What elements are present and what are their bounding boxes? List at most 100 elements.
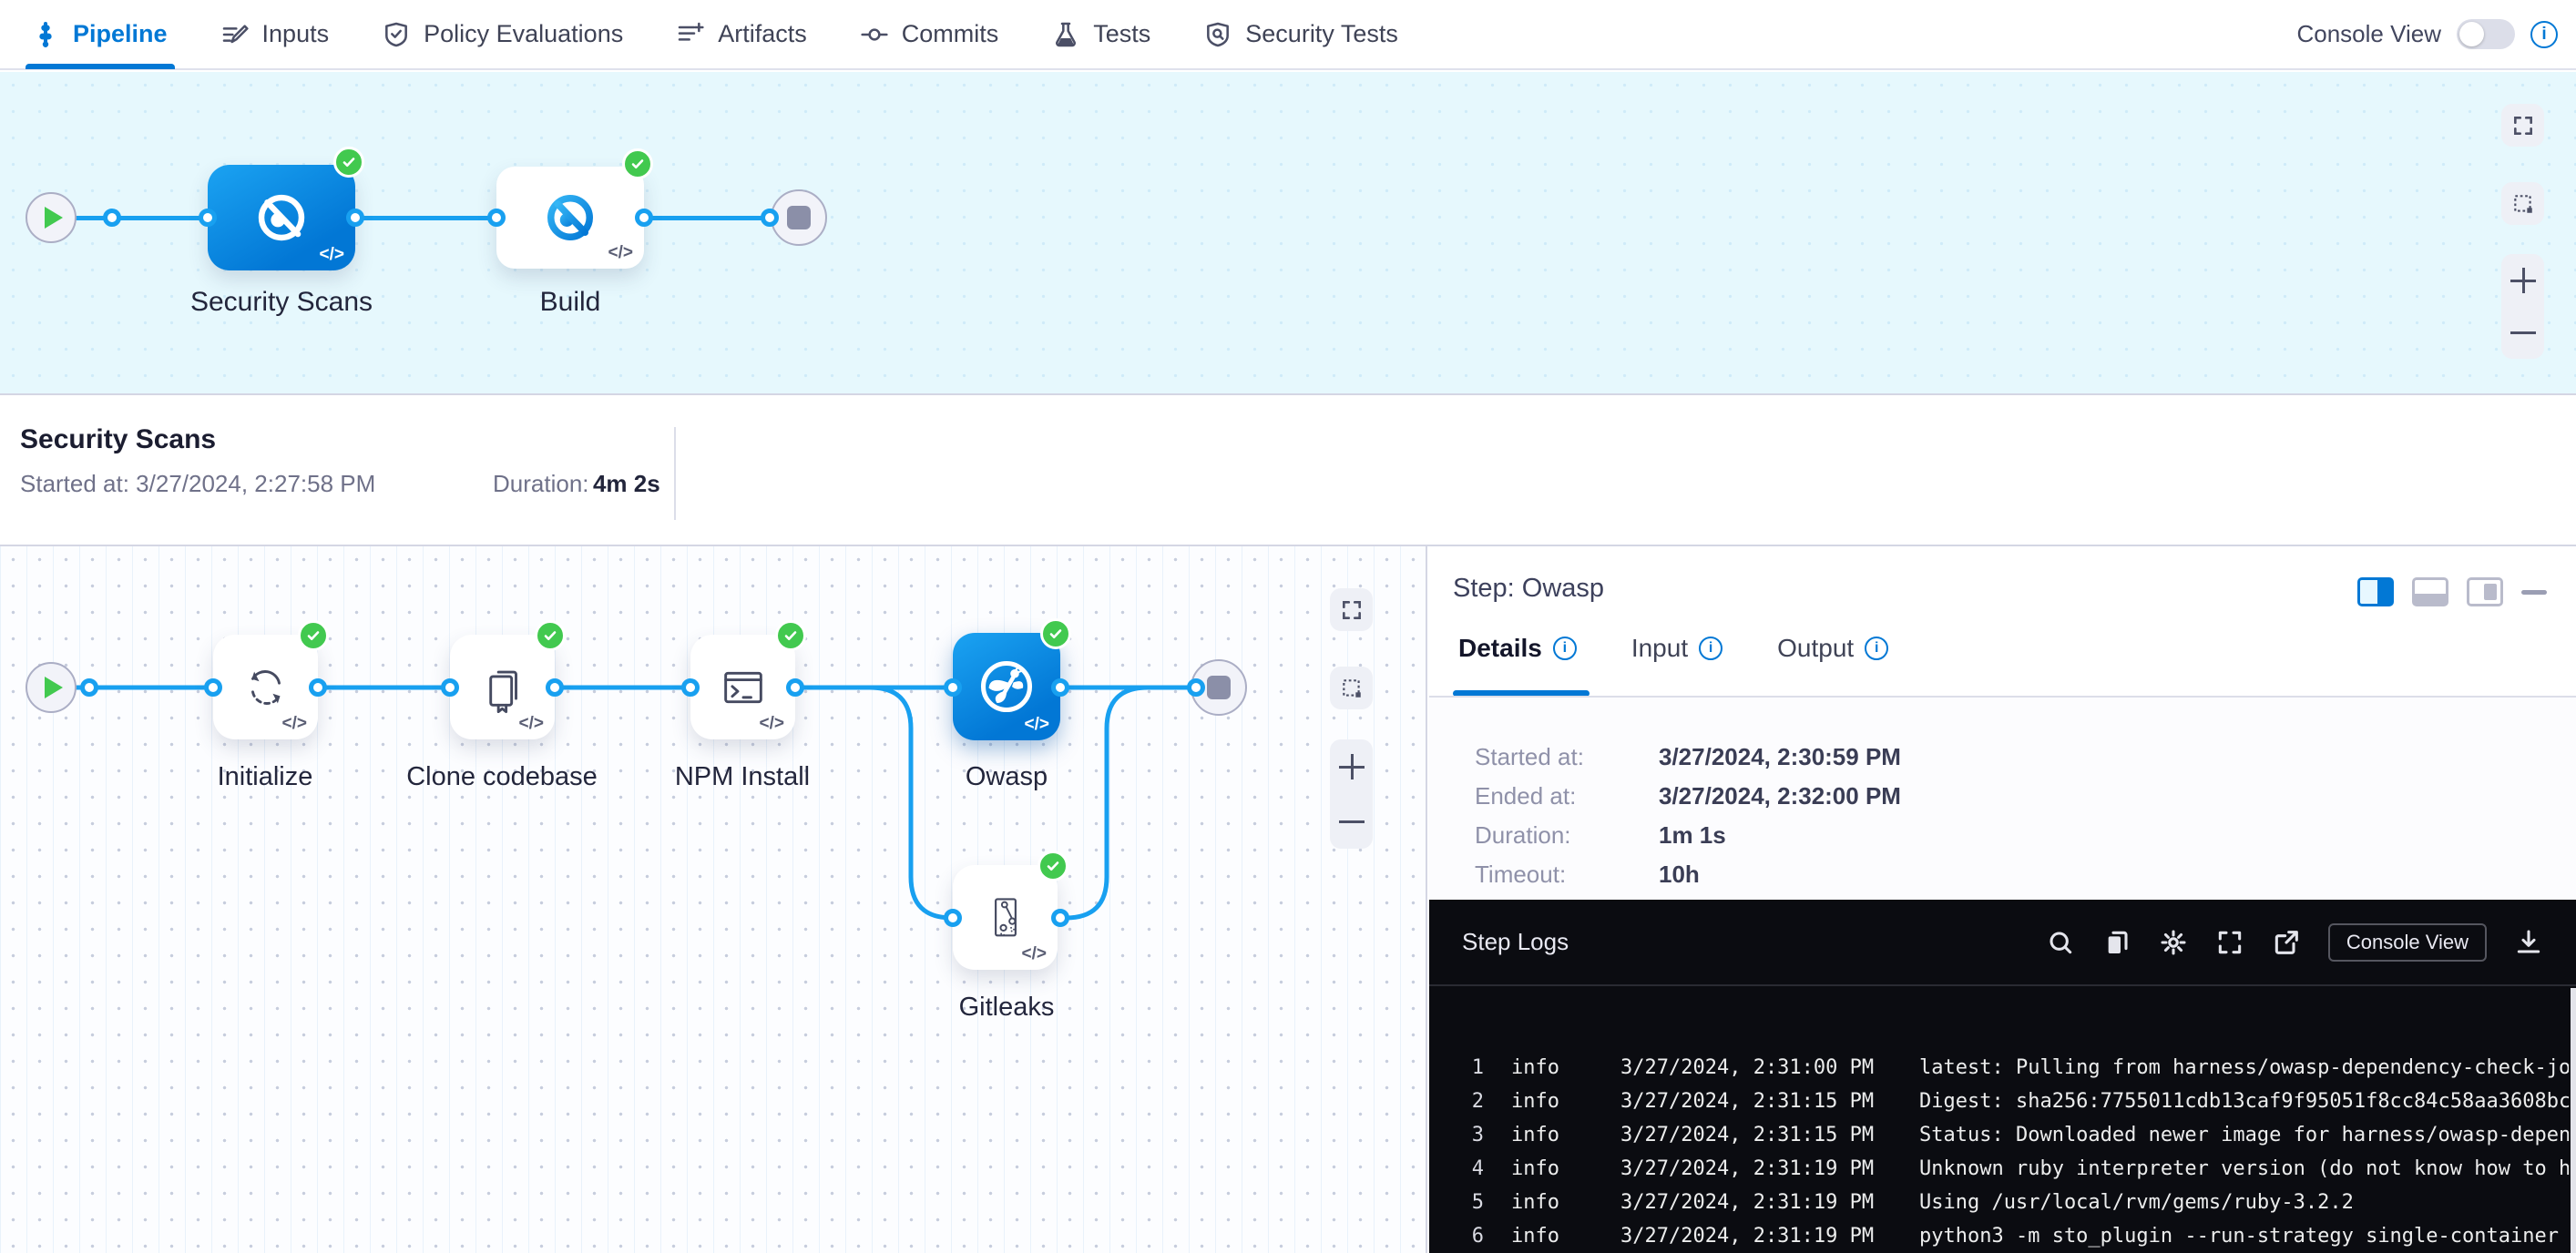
settings-gear-icon[interactable] [2159, 928, 2188, 957]
tab-tests[interactable]: Tests [1051, 0, 1150, 69]
tab-inputs[interactable]: Inputs [220, 0, 330, 69]
external-link-icon[interactable] [2272, 928, 2301, 957]
log-line: 3 info 3/27/2024, 2:31:15 PM Status: Dow… [1429, 1118, 2569, 1152]
log-timestamp: 3/27/2024, 2:31:19 PM [1620, 1186, 1896, 1219]
log-line-number: 6 [1462, 1219, 1484, 1253]
step-start-node[interactable] [26, 662, 77, 713]
expand-canvas-button[interactable] [1330, 588, 1373, 631]
success-badge [298, 620, 329, 651]
detail-value: 3/27/2024, 2:30:59 PM [1659, 743, 1901, 782]
tab-details[interactable]: Details i [1458, 634, 1577, 663]
stage-end-node[interactable] [771, 189, 827, 246]
success-badge [1040, 618, 1071, 649]
step-logs-panel: Step Logs Console View 1 info [1429, 900, 2576, 1253]
layout-floating-panel-button[interactable] [2467, 577, 2503, 606]
marquee-zoom-button[interactable] [1330, 667, 1373, 709]
search-icon[interactable] [2046, 928, 2075, 957]
info-icon[interactable]: i [1699, 637, 1722, 660]
edge-connector [546, 678, 564, 697]
edge-connector [944, 909, 962, 927]
copy-icon[interactable] [2102, 928, 2131, 957]
clone-codebase-icon [476, 661, 529, 714]
zoom-out-button[interactable] [2510, 320, 2536, 345]
log-message: Using /usr/local/rvm/gems/ruby-3.2.2 [1919, 1186, 2569, 1219]
zoom-in-button[interactable] [1339, 754, 1365, 779]
edge-connector [441, 678, 459, 697]
step-node-owasp[interactable]: </> [953, 633, 1060, 740]
code-glyph: </> [320, 245, 344, 265]
edge-connector [309, 678, 327, 697]
edge-connector [761, 209, 779, 227]
stage-start-node[interactable] [26, 192, 77, 243]
tab-security-tests[interactable]: Security Tests [1203, 0, 1398, 69]
detail-label: Started at: [1475, 743, 1659, 782]
detail-value: 10h [1659, 861, 1700, 900]
log-line-number: 5 [1462, 1186, 1484, 1219]
tab-output[interactable]: Output i [1777, 634, 1888, 663]
code-glyph: </> [282, 714, 307, 734]
stop-icon [1207, 676, 1231, 699]
info-icon[interactable]: i [1865, 637, 1888, 660]
success-badge [1038, 851, 1068, 881]
log-level: info [1511, 1118, 1569, 1152]
step-node-gitleaks[interactable]: </> [953, 865, 1058, 970]
stage-node-security-scans[interactable]: </> [208, 165, 355, 270]
build-ci-icon [543, 190, 598, 245]
console-view-button[interactable]: Console View [2328, 923, 2487, 962]
log-timestamp: 3/27/2024, 2:31:15 PM [1620, 1085, 1896, 1118]
panel-layout-tools [2357, 577, 2547, 606]
tab-pipeline[interactable]: Pipeline [31, 0, 168, 69]
zoom-out-button[interactable] [1339, 809, 1365, 834]
layout-bottom-panel-button[interactable] [2412, 577, 2448, 606]
edge-connector [80, 678, 98, 697]
step-label: Owasp [966, 762, 1048, 792]
tab-commits[interactable]: Commits [860, 0, 999, 69]
edge-connector [786, 678, 804, 697]
stage-node-build[interactable]: </> [496, 167, 644, 269]
pipeline-icon [31, 20, 60, 49]
download-icon[interactable] [2514, 928, 2543, 957]
step-node-initialize[interactable]: </> [213, 635, 318, 739]
tab-input[interactable]: Input i [1631, 634, 1722, 663]
step-details-table: Started at: 3/27/2024, 2:30:59 PM Ended … [1429, 698, 2576, 900]
step-logs-header: Step Logs Console View [1429, 900, 2576, 986]
step-node-clone-codebase[interactable]: </> [450, 635, 555, 739]
console-view-toggle[interactable] [2457, 19, 2515, 49]
edge-connector [635, 209, 653, 227]
log-level: info [1511, 1152, 1569, 1186]
terminal-icon [717, 661, 770, 714]
edge-connector [1051, 909, 1069, 927]
flask-icon [1051, 20, 1080, 49]
info-icon[interactable]: i [1553, 637, 1577, 660]
console-view-label: Console View [2296, 20, 2441, 48]
stage-graph-canvas[interactable]: </> Security Scans </> Build [0, 72, 2576, 393]
step-panel-title: Step: Owasp [1453, 574, 1604, 604]
info-icon[interactable]: i [2530, 21, 2558, 48]
tab-artifacts[interactable]: Artifacts [676, 0, 807, 69]
layout-right-panel-button[interactable] [2357, 577, 2394, 606]
step-node-npm-install[interactable]: </> [690, 635, 795, 739]
log-level: info [1511, 1186, 1569, 1219]
play-icon [45, 207, 63, 229]
security-scan-icon [253, 189, 310, 246]
log-scrollbar[interactable] [2571, 988, 2576, 1253]
log-message: Status: Downloaded newer image for harne… [1919, 1118, 2569, 1152]
zoom-controls [2501, 254, 2544, 359]
step-label: Clone codebase [406, 762, 598, 792]
zoom-in-button[interactable] [2510, 268, 2536, 293]
expand-canvas-button[interactable] [2501, 104, 2544, 147]
stage-duration: Duration: 4m 2s [493, 470, 660, 498]
nav-label: Artifacts [718, 20, 807, 48]
edge-connector [204, 678, 222, 697]
step-graph-canvas[interactable]: </> Initialize </> Clone codebase [0, 546, 1426, 1253]
minimize-panel-button[interactable] [2521, 590, 2547, 595]
toggle-knob [2459, 22, 2484, 46]
log-toolbar: Console View [2046, 923, 2543, 962]
fullscreen-icon[interactable] [2215, 928, 2244, 957]
log-line-number: 2 [1462, 1085, 1484, 1118]
log-level: info [1511, 1219, 1569, 1253]
marquee-zoom-button[interactable] [2501, 182, 2544, 225]
initialize-refresh-icon [240, 661, 292, 714]
edge-connector [346, 209, 364, 227]
tab-policy-evaluations[interactable]: Policy Evaluations [382, 0, 623, 69]
